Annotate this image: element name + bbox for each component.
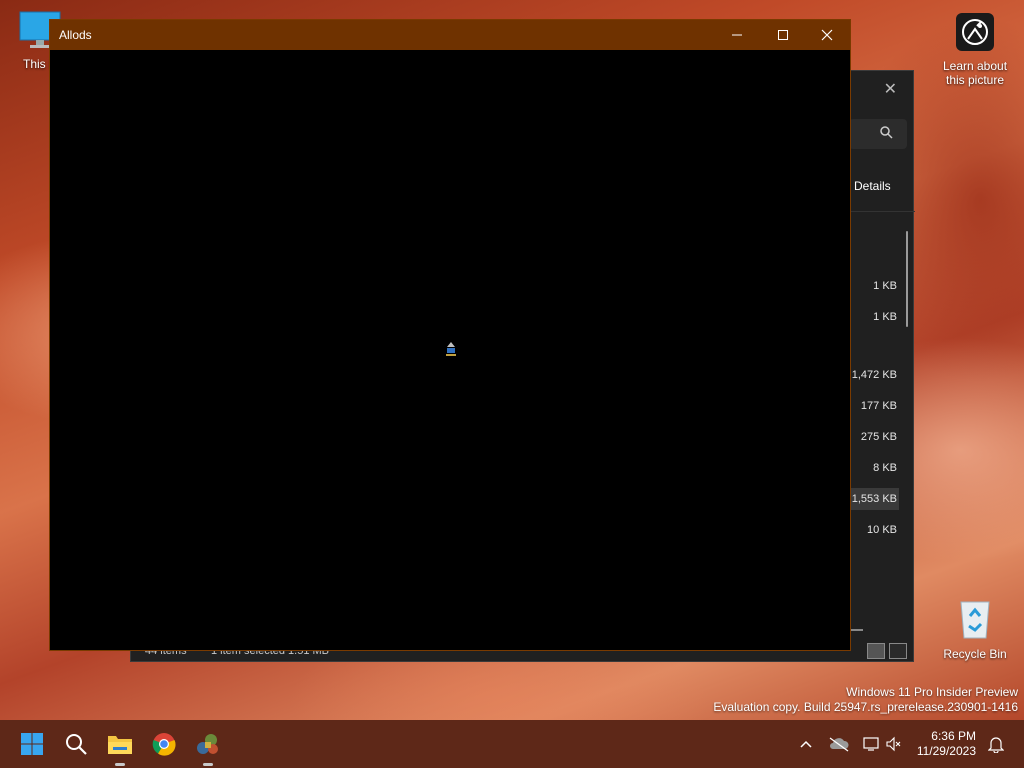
learn-about-label-2: this picture: [945, 73, 1005, 87]
explorer-search-box[interactable]: [849, 119, 907, 149]
camera-icon: [956, 13, 994, 51]
show-hidden-icons-button[interactable]: [794, 720, 818, 768]
allods-icon: [197, 734, 218, 754]
clock-date: 11/29/2023: [916, 744, 976, 758]
window-title: Allods: [59, 28, 92, 42]
watermark-line-1: Windows 11 Pro Insider Preview: [846, 685, 1018, 699]
explorer-scrollbar[interactable]: [906, 231, 908, 327]
taskbar-search-button[interactable]: [60, 728, 92, 760]
details-view-button[interactable]: [867, 643, 885, 659]
clock-time: 6:36 PM: [931, 729, 976, 743]
close-button[interactable]: [804, 20, 850, 50]
close-icon: [821, 29, 833, 41]
loading-cursor-icon: [445, 342, 457, 363]
running-indicator: [115, 763, 125, 766]
recycle-bin-icon: [960, 601, 990, 639]
tiles-view-button[interactable]: [889, 643, 907, 659]
horizontal-scrollbar[interactable]: [851, 629, 863, 631]
evaluation-watermark: Windows 11 Pro Insider Preview Evaluatio…: [713, 685, 1018, 715]
explorer-close-icon[interactable]: ✕: [884, 79, 897, 99]
allods-titlebar[interactable]: Allods: [50, 20, 850, 50]
windows-start-icon: [21, 733, 43, 755]
search-icon: [880, 126, 893, 139]
search-icon: [66, 734, 87, 755]
minimize-icon: [732, 34, 742, 36]
network-icon: [863, 737, 879, 751]
details-pane-button[interactable]: Details: [854, 179, 891, 193]
folder-icon: [108, 736, 132, 754]
bell-icon: [988, 737, 1004, 753]
clock[interactable]: 6:36 PM 11/29/2023: [917, 729, 976, 759]
running-indicator: [203, 763, 213, 766]
file-explorer-taskbar-button[interactable]: [104, 728, 136, 766]
chrome-icon: [152, 733, 176, 756]
network-volume-tray-button[interactable]: [858, 720, 906, 768]
allods-window: Allods: [49, 19, 851, 651]
notifications-button[interactable]: [984, 720, 1008, 768]
recycle-bin-label: Recycle Bin: [943, 647, 1007, 661]
learn-about-picture-icon[interactable]: Learn about this picture: [935, 12, 1015, 87]
maximize-button[interactable]: [760, 20, 806, 50]
maximize-icon: [778, 30, 788, 40]
view-toggle: [867, 643, 907, 659]
learn-about-label-1: Learn about: [942, 59, 1008, 73]
onedrive-tray-button[interactable]: [826, 720, 852, 768]
allods-taskbar-button[interactable]: [192, 728, 224, 766]
cloud-offline-icon: [829, 737, 849, 752]
recycle-bin-desktop-icon[interactable]: Recycle Bin: [935, 596, 1015, 661]
minimize-button[interactable]: [714, 20, 760, 50]
chevron-up-icon: [800, 740, 812, 748]
toolbar-divider: [849, 211, 915, 212]
volume-muted-icon: [886, 736, 901, 752]
chrome-taskbar-button[interactable]: [148, 728, 180, 760]
taskbar: 6:36 PM 11/29/2023: [0, 720, 1024, 768]
watermark-line-2: Evaluation copy. Build 25947.rs_prerelea…: [713, 700, 1018, 714]
start-button[interactable]: [16, 728, 48, 760]
